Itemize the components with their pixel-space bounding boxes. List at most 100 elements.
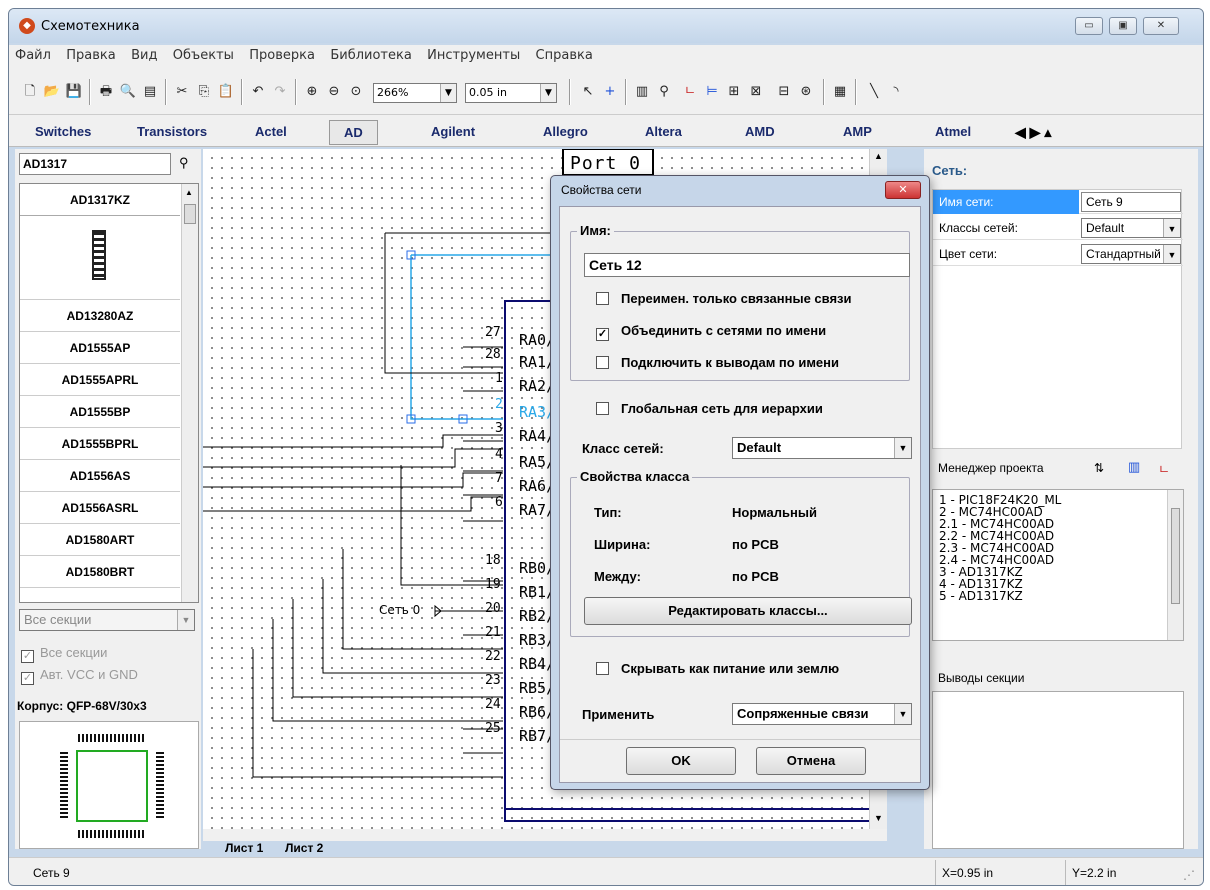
copy-icon[interactable]: ⎘ [195,83,213,101]
global-net-checkbox[interactable]: Глобальная сеть для иерархии [596,401,823,416]
tab-atmel[interactable]: Atmel [935,124,971,139]
menu-objects[interactable]: Объекты [167,45,240,63]
maximize-button[interactable]: ▣ [1109,17,1137,35]
binoculars-icon[interactable]: ⚲ [179,155,189,171]
redo-icon[interactable]: ↷ [271,83,289,101]
list-item[interactable]: AD1580ART [20,524,180,556]
net-view-icon[interactable]: ㄴ [1158,459,1170,478]
scroll-thumb[interactable] [184,204,196,224]
list-item[interactable]: AD1556AS [20,460,180,492]
net-label[interactable]: Сеть 0 [379,603,420,617]
cross-pointer-icon[interactable]: + [601,83,619,101]
list-item[interactable]: AD1580BRT [20,556,180,588]
menu-help[interactable]: Справка [530,45,599,63]
scroll-up-icon[interactable]: ▲ [185,188,193,197]
scroll-down-icon[interactable]: ▼ [874,813,883,823]
line-icon[interactable]: ╲ [865,83,883,101]
find-icon[interactable]: ⚲ [655,83,673,101]
tab-ad[interactable]: AD [329,120,378,145]
arc-icon[interactable]: ◝ [887,83,905,101]
component-icon[interactable]: ▥ [633,83,651,101]
list-item[interactable]: AD1555APRL [20,364,180,396]
dialog-close-icon[interactable]: ✕ [885,181,921,199]
tab-actel[interactable]: Actel [255,124,287,139]
hide-as-power-checkbox[interactable]: Скрывать как питание или землю [596,661,839,676]
connect-pins-checkbox[interactable]: Подключить к выводам по имени [596,355,839,370]
scroll-thumb[interactable] [1171,508,1180,604]
component-view-icon[interactable]: ▥ [1128,459,1140,475]
minimize-button[interactable]: ▭ [1075,17,1103,35]
save-icon[interactable]: 💾 [65,83,83,101]
port-label[interactable]: Port 0 [570,153,641,174]
tab-amd[interactable]: AMD [745,124,775,139]
print-icon[interactable]: 🖶 [97,83,115,101]
new-icon[interactable]: 🗋 [21,83,39,101]
list-item[interactable]: AD1555BP [20,396,180,428]
undo-icon[interactable]: ↶ [249,83,267,101]
scroll-up-icon[interactable]: ▲ [874,151,883,161]
cancel-button[interactable]: Отмена [756,747,866,775]
zoom-in-icon[interactable]: ⊕ [303,83,321,101]
wire-icon[interactable]: ㄴ [681,83,699,101]
menu-tools[interactable]: Инструменты [421,45,526,63]
sort-icon[interactable]: ⇅ [1094,461,1104,475]
hierarchy-icon[interactable]: ⊞ [725,83,743,101]
zoom-out-icon[interactable]: ⊖ [325,83,343,101]
auto-vcc-checkbox[interactable]: ✓ Авт. VCC и GND [21,667,138,685]
list-item[interactable]: AD1556ASRL [20,492,180,524]
list-item[interactable]: AD1555BPRL [20,428,180,460]
net-color-select[interactable]: Стандартный ▼ [1081,244,1181,264]
ok-button[interactable]: OK [626,747,736,775]
menu-library[interactable]: Библиотека [324,45,418,63]
rename-linked-checkbox[interactable]: Переимен. только связанные связи [596,291,852,306]
part-search-input[interactable]: AD1317 [19,153,171,175]
menu-edit[interactable]: Правка [60,45,121,63]
select-pointer-icon[interactable]: ↖ [579,83,597,101]
class-select[interactable]: Default ▼ [732,437,912,459]
tab-amp[interactable]: AMP [843,124,872,139]
list-item[interactable]: AD13280AZ [20,300,180,332]
part-list-scrollbar[interactable]: ▲ [181,184,198,602]
zoom-fit-icon[interactable]: ⊙ [347,83,365,101]
bus-icon[interactable]: ⊨ [703,83,721,101]
net-class-select[interactable]: Default ▼ [1081,218,1181,238]
paste-icon[interactable]: 📋 [217,83,235,101]
resize-grip-icon[interactable]: ⋰ [1183,868,1195,882]
apply-select[interactable]: Сопряженные связи ▼ [732,703,912,725]
tab-sheet-1[interactable]: Лист 1 [225,841,263,855]
menu-check[interactable]: Проверка [243,45,321,63]
list-item[interactable]: AD1555AP [20,332,180,364]
list-item[interactable]: AD1317KZ [20,184,180,216]
close-button[interactable]: ✕ [1143,17,1179,35]
tree-scrollbar[interactable] [1167,490,1183,640]
report-icon[interactable]: ▤ [141,83,159,101]
menu-file[interactable]: Файл [9,45,57,63]
tab-switches[interactable]: Switches [35,124,91,139]
tree-item[interactable]: 5 - AD1317KZ [939,590,1177,602]
tab-agilent[interactable]: Agilent [431,124,475,139]
tab-sheet-2[interactable]: Лист 2 [285,841,323,855]
power-icon[interactable]: ⊟ [775,83,793,101]
edit-classes-button[interactable]: Редактировать классы... [584,597,912,625]
tab-allegro[interactable]: Allegro [543,124,588,139]
part-list: AD1317KZ AD13280AZ AD1555AP AD1555APRL A… [19,183,199,603]
sections-select[interactable]: Все секции ▼ [19,609,195,631]
pin-number: 27 [485,325,501,340]
name-group-title: Имя: [577,223,614,238]
print-preview-icon[interactable]: 🔍 [119,83,137,101]
menu-view[interactable]: Вид [125,45,163,63]
ground-icon[interactable]: ⊛ [797,83,815,101]
tab-altera[interactable]: Altera [645,124,682,139]
cut-icon[interactable]: ✂ [173,83,191,101]
all-sections-checkbox[interactable]: ✓ Все секции [21,645,107,663]
merge-by-name-checkbox[interactable]: ✓ Объединить с сетями по имени [596,323,826,341]
net-name-input[interactable]: Сеть 12 [584,253,910,277]
net-icon[interactable]: ⊠ [747,83,765,101]
net-name-value[interactable]: Сеть 9 [1081,192,1181,212]
tab-scroll-arrows-icon[interactable]: ◀ ▶ ▴ [1015,124,1051,141]
grid-select[interactable]: 0.05 in ▼ [465,83,557,103]
tab-transistors[interactable]: Transistors [137,124,207,139]
zoom-select[interactable]: 266% ▼ [373,83,457,103]
open-icon[interactable]: 📂 [43,83,61,101]
table-icon[interactable]: ▦ [831,83,849,101]
